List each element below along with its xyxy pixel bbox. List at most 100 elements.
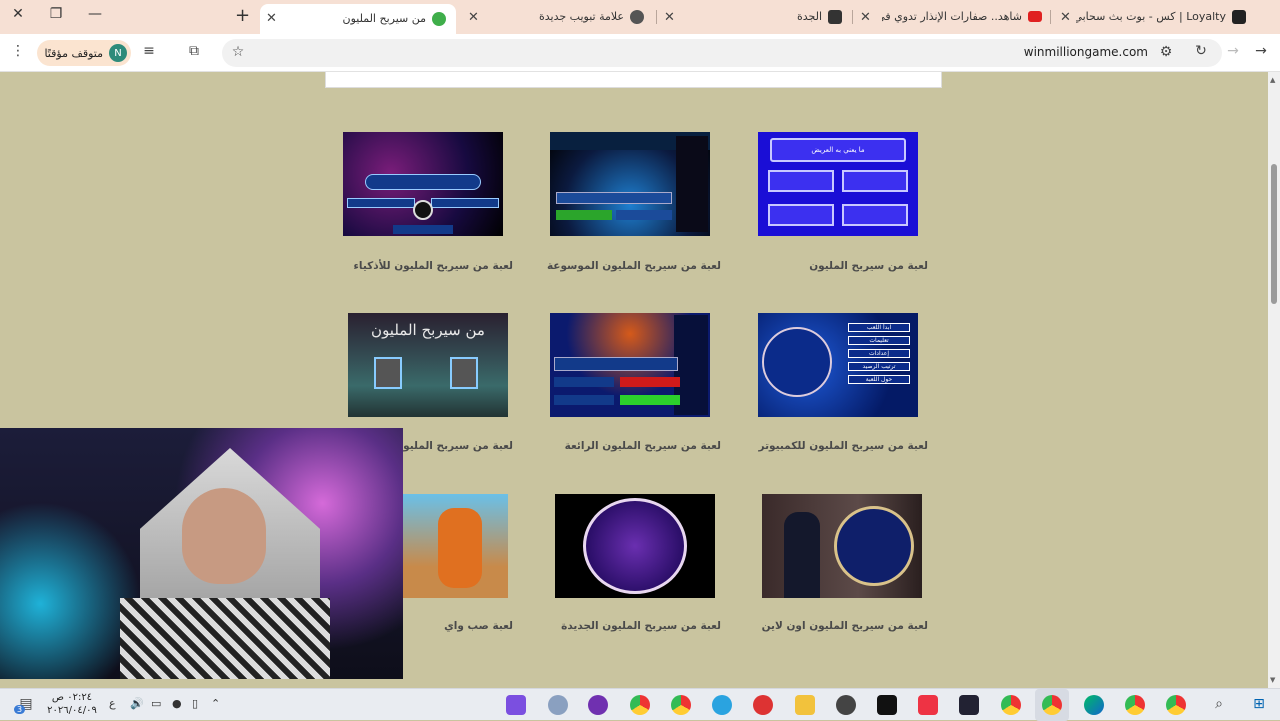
search-icon[interactable]: ⌕ <box>1209 696 1229 712</box>
chrome-icon[interactable] <box>630 695 650 715</box>
video-icon <box>828 10 842 24</box>
battery-icon[interactable]: ▯ <box>192 697 198 710</box>
game-thumbnail[interactable]: ابدأ اللعب تعليمات إعدادات ترتيب الرصيد … <box>758 313 918 417</box>
new-tab-button[interactable]: + <box>235 5 250 26</box>
avatar: N <box>109 44 127 62</box>
clock-date: ٢٠٢٦/٠٤/٠٩ <box>47 705 97 716</box>
windows-start-icon[interactable]: ⊞ <box>1249 696 1269 712</box>
menu-item: حول اللعبة <box>848 375 910 384</box>
search-box-bottom <box>325 72 942 88</box>
menu-item: ترتيب الرصيد <box>848 362 910 371</box>
bookmark-star-icon[interactable]: ☆ <box>228 44 248 60</box>
game-title-link[interactable]: لعبة من سيربح المليون الجديدة <box>501 620 721 632</box>
chrome-icon[interactable] <box>1166 695 1186 715</box>
reload-icon[interactable]: ↻ <box>1191 43 1211 59</box>
chrome-icon <box>630 10 644 24</box>
network-icon[interactable]: ▭ <box>151 697 161 710</box>
site-settings-icon[interactable]: ⚙ <box>1156 44 1176 60</box>
chevron-up-icon[interactable]: ⌃ <box>211 697 220 710</box>
shield-icon <box>1232 10 1246 24</box>
game-title-link[interactable]: لعبة من سيربح المليون الموسوعة <box>501 260 721 272</box>
toolbar: ⋮ N متوقف مؤقتًا ≡ ⧉ ☆ winmilliongame.co… <box>0 34 1280 72</box>
scroll-up-icon[interactable]: ▲ <box>1270 76 1275 84</box>
game-title-link[interactable]: لعبة من سيربح المليون للكمبيوتر <box>708 440 928 452</box>
chrome-icon[interactable] <box>1042 695 1062 715</box>
webcam-overlay <box>0 428 403 679</box>
tab-title: Loyalty | كس - بوت بث سحابي لـ <box>1076 10 1226 23</box>
menu-item: ابدأ اللعب <box>848 323 910 332</box>
chrome-icon[interactable] <box>1125 695 1145 715</box>
close-tab-icon[interactable]: ✕ <box>860 10 871 25</box>
tab-title: علامة تبويب جديدة <box>538 10 624 23</box>
clock-time: ٠٢:٢٤ ص <box>51 692 93 703</box>
extensions-icon[interactable]: ⧉ <box>184 43 204 59</box>
game-title-link[interactable]: لعبة من سيربح المليون اون لاين <box>708 620 928 632</box>
tab-bar: ✕ ❐ — + ✕ من سيربح المليون ✕ علامة تبويب… <box>0 0 1280 34</box>
app-icon[interactable] <box>506 695 526 715</box>
url-text: winmilliongame.com <box>1023 45 1148 59</box>
tab-title: الجدة <box>796 10 822 23</box>
close-tab-icon[interactable]: ✕ <box>664 10 675 25</box>
thumbnail-heading: من سيربح المليون <box>371 321 485 339</box>
tab-item[interactable]: ✕ علامة تبويب جديدة <box>462 4 654 30</box>
scrollbar-thumb[interactable] <box>1271 164 1277 304</box>
page-scrollbar[interactable]: ▲ ▼ <box>1268 72 1280 688</box>
menu-item: إعدادات <box>848 349 910 358</box>
youtube-icon <box>1028 11 1042 22</box>
tab-divider <box>852 10 853 24</box>
tab-title: من سيربح المليون <box>342 12 426 25</box>
close-tab-icon[interactable]: ✕ <box>468 10 479 25</box>
profile-paused-button[interactable]: N متوقف مؤقتًا <box>37 40 131 66</box>
tab-active[interactable]: ✕ من سيربح المليون <box>260 4 456 34</box>
game-title-link[interactable]: لعبة من سيربح المليون الرائعة <box>501 440 721 452</box>
paused-label: متوقف مؤقتًا <box>44 46 103 60</box>
obs-icon[interactable] <box>836 695 856 715</box>
game-thumbnail[interactable] <box>555 494 715 598</box>
chrome-icon[interactable] <box>1001 695 1021 715</box>
address-bar[interactable]: ☆ winmilliongame.com ⚙ <box>222 39 1222 67</box>
tab-title: شاهد.. صفارات الإنذار تدوي في تل <box>882 10 1022 23</box>
app-icon[interactable] <box>753 695 773 715</box>
tab-divider <box>1050 10 1051 24</box>
tiktok-icon[interactable] <box>877 695 897 715</box>
edge-icon[interactable] <box>1084 695 1104 715</box>
telegram-icon[interactable] <box>712 695 732 715</box>
clock[interactable]: ٠٢:٢٤ ص ٢٠٢٦/٠٤/٠٩ <box>44 691 100 717</box>
app-icon[interactable] <box>959 695 979 715</box>
close-window-icon[interactable]: ✕ <box>6 6 30 22</box>
minimize-window-icon[interactable]: — <box>83 6 107 22</box>
dollar-icon <box>432 12 446 26</box>
volume-icon[interactable]: 🔊 <box>130 697 144 710</box>
game-thumbnail[interactable] <box>762 494 922 598</box>
game-thumbnail[interactable]: ما يعني به العريض <box>758 132 918 236</box>
forward-icon[interactable]: → <box>1223 43 1243 59</box>
app-icon[interactable] <box>918 695 938 715</box>
restore-window-icon[interactable]: ❐ <box>44 6 68 22</box>
tab-item[interactable]: ✕ شاهد.. صفارات الإنذار تدوي في تل <box>858 4 1048 30</box>
close-tab-icon[interactable]: ✕ <box>1060 10 1071 25</box>
app-icon[interactable] <box>588 695 608 715</box>
game-title-link[interactable]: لعبة من سيربح المليون <box>708 260 928 272</box>
tab-item[interactable]: ✕ Loyalty | كس - بوت بث سحابي لـ <box>1056 4 1256 30</box>
game-title-link[interactable]: لعبة من سيربح المليون للأذكياء <box>293 260 513 272</box>
tab-search-icon[interactable]: ≡ <box>139 43 159 59</box>
scroll-down-icon[interactable]: ▼ <box>1270 676 1275 684</box>
microphone-icon[interactable]: ● <box>172 697 182 710</box>
close-tab-icon[interactable]: ✕ <box>266 11 277 26</box>
chrome-icon[interactable] <box>671 695 691 715</box>
taskbar: ▤ 3 ٠٢:٢٤ ص ٢٠٢٦/٠٤/٠٩ ع 🔊 ▭ ● ▯ ⌃ ⌕ ⊞ <box>0 688 1280 721</box>
file-explorer-icon[interactable] <box>795 695 815 715</box>
tab-divider <box>656 10 657 24</box>
back-icon[interactable]: → <box>1251 43 1271 59</box>
menu-item: تعليمات <box>848 336 910 345</box>
tab-item[interactable]: ✕ الجدة <box>660 4 850 30</box>
game-thumbnail[interactable] <box>550 132 710 236</box>
notification-badge: 3 <box>14 705 26 714</box>
language-indicator[interactable]: ع <box>109 697 116 710</box>
menu-dots-icon[interactable]: ⋮ <box>8 43 28 59</box>
game-thumbnail[interactable] <box>343 132 503 236</box>
game-thumbnail[interactable]: من سيربح المليون <box>348 313 508 417</box>
question-box: ما يعني به العريض <box>770 138 906 162</box>
game-thumbnail[interactable] <box>550 313 710 417</box>
app-icon[interactable] <box>548 695 568 715</box>
